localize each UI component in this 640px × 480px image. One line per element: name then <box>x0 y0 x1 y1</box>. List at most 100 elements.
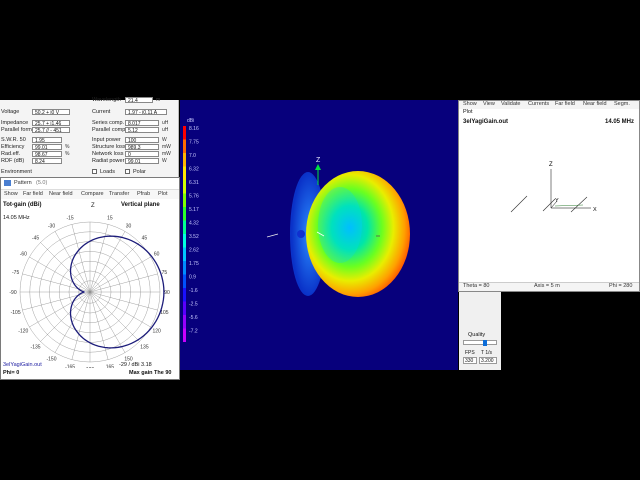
loads-checkbox[interactable] <box>92 169 97 174</box>
structure-loss-label: Structure loss <box>92 144 126 150</box>
grid-spoke <box>89 291 158 311</box>
menu-show[interactable]: Show <box>4 191 18 197</box>
t-label: T 1/s <box>481 350 493 356</box>
scale-label: 4.32 <box>189 221 199 227</box>
current-label: Current <box>92 109 111 115</box>
menu-near-field[interactable]: Near field <box>49 191 73 197</box>
pattern-title-suffix: (5.0) <box>36 180 48 186</box>
angle-label: -120 <box>18 329 28 335</box>
scale-swatch <box>183 247 186 261</box>
angle-label: -135 <box>31 344 41 350</box>
rdf-value: 8.24 <box>32 158 62 164</box>
parallel-comp-unit: uH <box>162 127 169 133</box>
angle-label: 120 <box>153 329 162 335</box>
wavelength-label: Wavelength <box>92 97 121 103</box>
scale-label: -7.2 <box>189 329 198 335</box>
impedance-label: Impedance <box>1 120 29 126</box>
geometry-window: Show View Validate Currents Far field Ne… <box>458 100 640 292</box>
loads-label: Loads <box>100 169 115 175</box>
radiat-power-label: Radiat power <box>92 158 125 164</box>
menu-pfrab[interactable]: Pfrab <box>137 191 150 197</box>
menu-compare[interactable]: Compare <box>81 191 104 197</box>
z-axis-arrow <box>315 164 321 170</box>
input-power-value: 100 <box>125 137 159 143</box>
impedance-value: 25.7 + j1.46 <box>32 120 70 126</box>
polar-z-label: Z <box>91 203 95 209</box>
scale-swatch <box>183 220 186 234</box>
voltage-value: 50.2 + j0 V <box>32 109 70 115</box>
grid-spoke <box>89 273 158 293</box>
status-axis: Axis = 5 m <box>534 283 560 289</box>
menu-transfer[interactable]: Transfer <box>109 191 129 197</box>
efficiency-label: Efficiency <box>1 144 25 150</box>
structure-loss-value: 989.3 <box>125 144 159 150</box>
scale-swatch <box>183 193 186 207</box>
efficiency-value: 99.01 <box>32 144 62 150</box>
angle-label: -165 <box>65 364 75 368</box>
grid-spoke <box>89 224 109 293</box>
scale-swatch <box>183 328 186 342</box>
phi-label: Phi= 0 <box>3 370 20 376</box>
wavelength-value: 21.4 <box>125 97 153 103</box>
scale-swatch <box>183 207 186 221</box>
polar-checkbox[interactable] <box>125 169 130 174</box>
element-left <box>266 233 279 238</box>
angle-label: -15 <box>66 216 73 222</box>
z-axis-label: Z <box>316 157 321 164</box>
menu-plot[interactable]: Plot <box>158 191 167 197</box>
scale-swatch <box>183 274 186 288</box>
angle-label: -150 <box>46 357 56 363</box>
scale-label: 2.62 <box>189 248 199 254</box>
grid-spoke <box>40 242 91 293</box>
pattern-file-name: 3elYagiGain.out <box>3 362 42 368</box>
scale-swatch <box>183 126 186 140</box>
menu-far-field[interactable]: Far field <box>23 191 43 197</box>
quality-panel: Quality FPS T 1/s 330 3.200 <box>459 292 501 370</box>
network-loss-value: 0 <box>125 151 159 157</box>
pattern-title: Pattern <box>14 180 32 186</box>
scale-label: 6.32 <box>189 167 199 173</box>
scale-label: -1.6 <box>189 288 198 294</box>
quality-slider[interactable] <box>463 340 497 346</box>
current-value: 1.97 - j0.11 A <box>125 109 167 115</box>
status-phi: Phi = 280 <box>609 283 633 289</box>
scale-unit-label: dBi <box>187 118 194 124</box>
grid-spoke <box>89 291 109 360</box>
fps-label: FPS <box>465 350 475 356</box>
status-theta: Theta = 80 <box>463 283 490 289</box>
grid-spoke <box>89 291 140 342</box>
angle-label: -45 <box>32 236 39 242</box>
angle-label: 105 <box>160 310 169 316</box>
wavelength-unit: m <box>156 97 161 103</box>
feed-point <box>297 230 305 238</box>
quality-slider-thumb[interactable] <box>483 340 487 346</box>
boom <box>554 204 584 207</box>
quality-title: Quality <box>468 332 486 338</box>
scale-swatch <box>183 288 186 302</box>
series-comp-label: Series comp. <box>92 120 125 126</box>
rdf-label: RDF (dB) <box>1 158 25 164</box>
t-value: 3.200 <box>479 357 497 364</box>
angle-label: 135 <box>140 344 149 350</box>
series-comp-unit: uH <box>162 120 169 126</box>
swr-value: 1.95 <box>32 137 62 143</box>
gain-scale-labels: 8.16 7.75 7.0 6.32 6.31 5.76 5.17 4.32 3.52 2.62 1… <box>189 126 199 335</box>
3d-pattern-view[interactable]: dBi 8.16 7.75 7.0 6.32 6.31 5.76 5.17 4.32 3.52 2… <box>180 100 458 370</box>
polar-label: Polar <box>133 169 146 175</box>
scale-label: 6.31 <box>189 180 199 186</box>
fps-value: 330 <box>463 357 477 364</box>
scale-label: -2.5 <box>189 302 198 308</box>
radeff-value: 98.67 <box>32 151 62 157</box>
polar-plot: 153045607590105120135150165180-165-150-1… <box>9 203 170 368</box>
reflector-element <box>510 195 528 213</box>
input-power-unit: W <box>162 137 167 143</box>
z-axis-label: Z <box>549 162 553 168</box>
angle-label: 60 <box>154 252 160 258</box>
driven-element <box>542 198 556 212</box>
voltage-label: Voltage <box>1 109 20 115</box>
scale-swatch <box>183 234 186 248</box>
angle-label: -90 <box>9 290 16 296</box>
scale-label: 8.16 <box>189 126 199 132</box>
scale-swatch <box>183 315 186 329</box>
scale-swatch <box>183 153 186 167</box>
